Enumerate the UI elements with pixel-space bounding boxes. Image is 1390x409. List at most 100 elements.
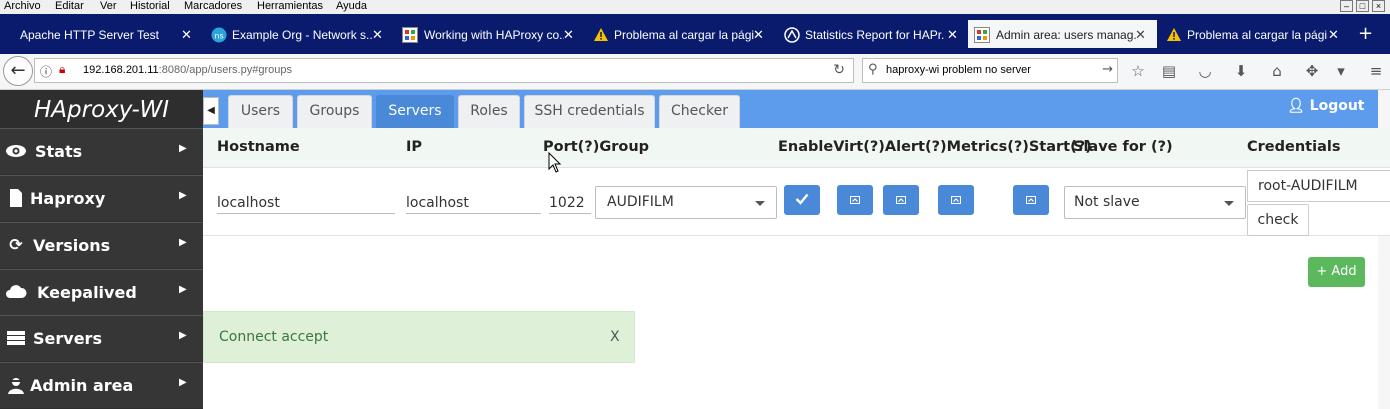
pocket-icon[interactable]: ◡ [1195, 61, 1215, 81]
group-select[interactable]: AUDIFILM [595, 186, 777, 219]
url-text: 192.168.201.11:8080/app/users.py#groups [83, 64, 292, 76]
alert-close-button[interactable]: X [610, 329, 620, 345]
menu-herramientas[interactable]: Herramientas [257, 0, 323, 13]
success-alert: Connect accept X [203, 311, 635, 363]
tab-close-icon[interactable]: ✕ [1135, 27, 1146, 43]
search-go-arrow-icon[interactable]: → [1102, 62, 1113, 77]
tab-problema-2[interactable]: Problema al cargar la pági... ✕ [1160, 20, 1346, 48]
overflow-chevron-icon[interactable]: ▾ [1331, 61, 1351, 81]
sidebar-item-versions[interactable]: ⟳ Versions ▶ [0, 222, 203, 268]
chevron-right-icon: ▶ [179, 190, 187, 201]
server-icon [7, 331, 25, 345]
caret-up-icon [951, 196, 961, 204]
url-path: :8080/app/users.py#groups [158, 64, 292, 76]
network-icon: ns [211, 27, 227, 43]
haproxy-icon [784, 27, 800, 43]
sidebar-item-stats[interactable]: Stats ▶ [0, 128, 203, 174]
tab-label: Statistics Report for HAPr... [805, 28, 945, 42]
new-tab-icon[interactable]: + [1358, 25, 1373, 43]
maximize-icon[interactable]: □ [1356, 0, 1369, 12]
caret-up-icon [1026, 196, 1036, 204]
tab-roles[interactable]: Roles [458, 95, 520, 128]
tab-label: Example Org - Network s... [232, 28, 372, 42]
tab-close-icon[interactable]: ✕ [563, 27, 574, 43]
tab-close-icon[interactable]: ✕ [372, 27, 383, 43]
check-button[interactable]: check [1247, 204, 1309, 236]
extension-icon[interactable]: ✥ [1302, 61, 1322, 81]
menu-ver[interactable]: Ver [100, 0, 117, 13]
header-slave-for[interactable]: Slave for (?) [1073, 139, 1173, 155]
chevron-down-icon [1224, 201, 1234, 206]
menu-ayuda[interactable]: Ayuda [336, 0, 367, 13]
bookmark-star-icon[interactable]: ☆ [1128, 61, 1148, 81]
tab-apache[interactable]: Apache HTTP Server Test Pag... ✕ [0, 20, 200, 48]
tab-servers[interactable]: Servers [376, 95, 454, 128]
menu-marcadores[interactable]: Marcadores [184, 0, 242, 13]
search-icon: ⚲ [868, 62, 878, 77]
logout-button[interactable]: 👤︎ Logout [1287, 98, 1365, 114]
tab-groups[interactable]: Groups [297, 95, 372, 128]
tab-problema-1[interactable]: Problema al cargar la pági... ✕ [587, 20, 773, 48]
menu-archivo[interactable]: Archivo [4, 0, 41, 13]
back-arrow-icon[interactable]: ← [3, 56, 33, 86]
sidebar-item-label: Stats [35, 142, 83, 161]
minimize-icon[interactable]: – [1340, 0, 1353, 12]
sidebar-item-servers[interactable]: Servers ▶ [0, 315, 203, 361]
enable-checkbox[interactable] [784, 185, 820, 215]
url-bar[interactable]: ⓘ 🔒︎ 192.168.201.11:8080/app/users.py#gr… [34, 58, 854, 83]
sidebar-item-label: Servers [33, 329, 102, 348]
sidebar-item-label: Keepalived [37, 283, 137, 302]
menu-bar: Archivo Editar Ver Historial Marcadores … [0, 0, 1390, 14]
user-secret-icon [8, 378, 24, 394]
cloud-icon [6, 285, 27, 298]
add-server-button[interactable]: + Add [1308, 257, 1365, 287]
info-icon[interactable]: ⓘ [40, 63, 52, 80]
tab-close-icon[interactable]: ✕ [181, 27, 192, 43]
insecure-lock-icon[interactable]: 🔒︎ [59, 62, 65, 77]
tab-close-icon[interactable]: ✕ [1328, 27, 1339, 43]
tab-checker[interactable]: Checker [659, 95, 740, 128]
menu-historial[interactable]: Historial [130, 0, 170, 13]
home-icon[interactable]: ⌂ [1267, 61, 1287, 81]
sidebar-item-keepalived[interactable]: Keepalived ▶ [0, 269, 203, 315]
hostname-input[interactable] [217, 192, 395, 214]
hamburger-menu-icon[interactable]: ≡ [1366, 61, 1386, 81]
tab-label: Apache HTTP Server Test Pag... [20, 28, 160, 42]
tab-example-org[interactable]: ns Example Org - Network s... ✕ [206, 20, 394, 48]
ip-input[interactable] [406, 192, 541, 214]
virt-checkbox[interactable] [837, 185, 873, 215]
apache-icon [4, 27, 20, 43]
sidebar-item-admin-area[interactable]: Admin area ▶ [0, 362, 203, 408]
browser-tab-bar: Apache HTTP Server Test Pag... ✕ ns Exam… [0, 14, 1390, 54]
alert-checkbox[interactable] [883, 185, 919, 215]
reload-icon[interactable]: ↻ [833, 62, 845, 78]
downloads-icon[interactable]: ⬇ [1231, 61, 1251, 81]
sidebar-item-haproxy[interactable]: Haproxy ▶ [0, 175, 203, 221]
tab-users[interactable]: Users [228, 95, 293, 128]
search-input[interactable]: haproxy-wi problem no server [886, 64, 1031, 76]
tab-admin-area[interactable]: Admin area: users manag... ✕ [968, 20, 1157, 48]
search-bar[interactable]: ⚲ haproxy-wi problem no server → [862, 58, 1118, 83]
header-hostname: Hostname [217, 139, 300, 155]
alert-message: Connect accept [219, 329, 329, 345]
window-close-icon[interactable]: × [1372, 0, 1385, 12]
tab-haproxy-working[interactable]: Working with HAProxy co... ✕ [396, 20, 582, 48]
port-input[interactable] [549, 192, 591, 214]
tab-close-icon[interactable]: ✕ [753, 27, 764, 43]
tab-statistics-report[interactable]: Statistics Report for HAPr... ✕ [778, 20, 964, 48]
tab-close-icon[interactable]: ✕ [947, 27, 958, 43]
brand-logo-text[interactable]: HAproxy-WI [0, 90, 203, 130]
start-checkbox[interactable] [1013, 185, 1049, 215]
chevron-right-icon: ▶ [179, 237, 187, 248]
tab-label: Problema al cargar la pági... [614, 28, 754, 42]
collapse-sidebar-arrow-icon[interactable]: ◀ [203, 97, 219, 125]
credentials-select[interactable]: root-AUDIFILM [1247, 170, 1390, 202]
header-credentials: Credentials [1247, 139, 1341, 155]
site-icon [974, 27, 990, 43]
reading-list-icon[interactable]: ▤ [1159, 61, 1179, 81]
metrics-checkbox[interactable] [938, 185, 974, 215]
slave-for-select[interactable]: Not slave [1064, 186, 1246, 219]
tab-ssh-credentials[interactable]: SSH credentials [524, 95, 655, 128]
header-flags[interactable]: EnableVirt(?)Alert(?)Metrics(?)Start(?) [778, 139, 1092, 155]
menu-editar[interactable]: Editar [55, 0, 84, 13]
